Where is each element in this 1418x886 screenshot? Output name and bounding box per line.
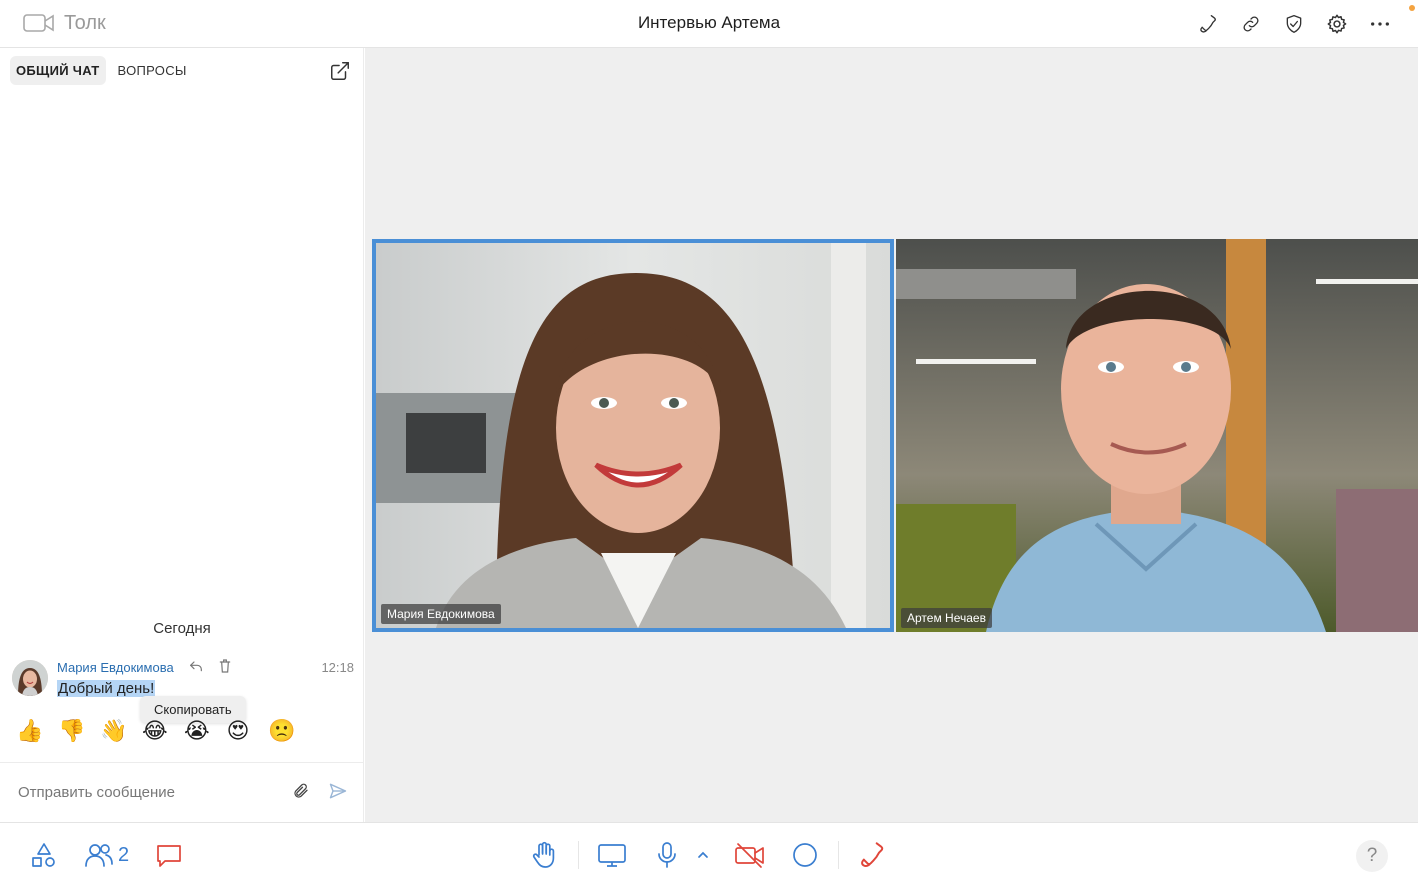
top-bar: Толк Интервью Артема <box>0 0 1418 48</box>
shield-check-icon[interactable] <box>1282 12 1306 36</box>
more-horizontal-icon[interactable] <box>1368 12 1392 36</box>
participant-video <box>376 243 890 628</box>
message-text[interactable]: Добрый день! <box>57 680 156 697</box>
app-logo-text: Толк <box>64 11 106 34</box>
reaction-frown[interactable]: 🙁 <box>268 720 295 744</box>
record-icon[interactable] <box>792 841 818 869</box>
microphone-icon[interactable] <box>655 841 679 869</box>
participant-name-tag: Артем Нечаев <box>901 608 992 628</box>
reaction-cry[interactable]: 😭 <box>184 720 210 744</box>
header-actions <box>1196 12 1392 36</box>
notification-dot <box>1409 5 1415 11</box>
external-link-icon[interactable] <box>329 60 351 82</box>
chat-panel: ОБЩИЙ ЧАТ ВОПРОСЫ Сегодня Мария Евдокимо… <box>0 48 364 822</box>
reaction-laugh[interactable]: 😂 <box>142 720 168 744</box>
screen-share-icon[interactable] <box>597 841 627 869</box>
link-icon[interactable] <box>1239 12 1263 36</box>
tab-general-chat[interactable]: ОБЩИЙ ЧАТ <box>10 56 106 85</box>
paperclip-icon[interactable] <box>292 781 312 803</box>
phone-icon[interactable] <box>1196 12 1220 36</box>
message-input[interactable] <box>18 779 278 805</box>
chevron-up-icon[interactable] <box>696 841 710 869</box>
camera-off-icon[interactable] <box>734 841 766 869</box>
users-icon <box>85 844 113 867</box>
tab-questions[interactable]: ВОПРОСЫ <box>112 56 193 85</box>
chat-tabs: ОБЩИЙ ЧАТ ВОПРОСЫ <box>10 56 193 85</box>
participant-video <box>896 239 1418 632</box>
day-separator: Сегодня <box>153 620 211 637</box>
toolbar-divider <box>838 841 839 869</box>
participant-name-tag: Мария Евдокимова <box>381 604 501 624</box>
video-stage: Мария Евдокимова Артем Нечаев <box>365 48 1418 822</box>
help-button[interactable]: ? <box>1356 840 1388 872</box>
video-tile-artem[interactable]: Артем Нечаев <box>896 239 1418 632</box>
chat-bubble-icon[interactable] <box>155 841 183 869</box>
send-icon[interactable] <box>328 781 350 803</box>
reaction-bar: 👍 👎 👋 😂 😭 😍 🙁 <box>16 720 295 744</box>
app-window: Толк Интервью Артема ОБЩИЙ ЧАТ ВОПРОСЫ С… <box>0 0 1418 886</box>
message-author[interactable]: Мария Евдокимова <box>57 660 174 675</box>
participants-button[interactable]: 2 <box>84 841 129 869</box>
hang-up-icon[interactable] <box>858 841 886 869</box>
shapes-icon[interactable] <box>30 841 58 869</box>
reaction-heart-eyes[interactable]: 😍 <box>226 720 250 744</box>
reply-icon[interactable] <box>188 658 204 674</box>
reaction-thumbs-up[interactable]: 👍 <box>16 720 43 744</box>
reaction-wave[interactable]: 👋 <box>100 720 127 744</box>
toolbar-divider <box>578 841 579 869</box>
avatar[interactable] <box>12 660 48 696</box>
video-tile-maria[interactable]: Мария Евдокимова <box>372 239 894 632</box>
app-logo: Толк <box>22 11 106 35</box>
trash-icon[interactable] <box>218 658 234 674</box>
camera-icon <box>23 14 54 32</box>
gear-icon[interactable] <box>1325 12 1349 36</box>
raise-hand-icon[interactable] <box>530 841 558 869</box>
message-time: 12:18 <box>321 660 354 675</box>
participants-count: 2 <box>118 843 130 866</box>
bottom-toolbar: 2 ? <box>0 822 1418 886</box>
reaction-thumbs-down[interactable]: 👎 <box>58 720 85 744</box>
message-composer <box>0 762 364 822</box>
